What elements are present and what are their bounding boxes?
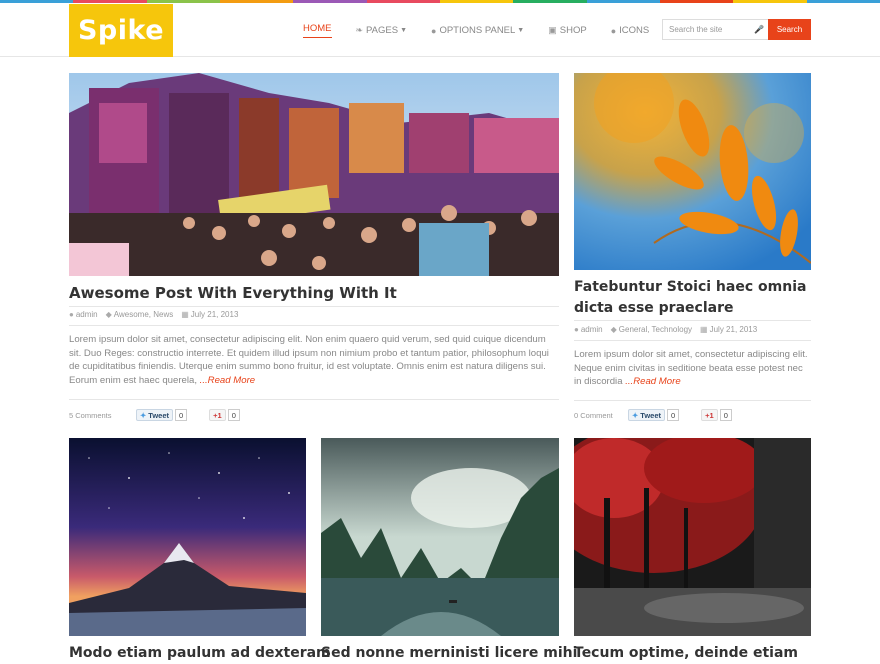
post-1-comments[interactable]: 5 Comments — [69, 411, 136, 420]
post-2-image[interactable] — [574, 73, 811, 270]
post-4-image[interactable] — [321, 438, 559, 636]
tweet-count: 0 — [667, 409, 680, 421]
post-5-image[interactable] — [574, 438, 811, 636]
post-2-title[interactable]: Fatebuntur Stoici haec omnia dicta esse … — [574, 277, 811, 319]
nav-pages-label: PAGES — [366, 25, 399, 36]
nav-home[interactable]: HOME — [303, 23, 332, 38]
tweet-button[interactable]: ✦ Tweet — [628, 409, 665, 421]
gplus-label: +1 — [213, 410, 222, 420]
tag-icon: ◆ — [105, 310, 112, 319]
site-logo[interactable]: Spike — [69, 4, 173, 57]
post-2-meta-divider — [574, 340, 811, 341]
post-2-title-divider — [574, 320, 811, 321]
google-plus-button[interactable]: +1 — [701, 409, 718, 421]
post-4-title[interactable]: Sed nonne merninisti licere mihi — [321, 643, 581, 664]
post-2-excerpt: Lorem ipsum dolor sit amet, consectetur … — [574, 348, 811, 389]
nav-pages[interactable]: ❧ PAGES ▼ — [356, 23, 408, 38]
user-icon: ● — [431, 25, 437, 36]
user-icon: ● — [69, 310, 74, 319]
post-3-title[interactable]: Modo etiam paulum ad dexteram — [69, 643, 331, 664]
google-plus-button[interactable]: +1 — [209, 409, 226, 421]
red-forest-image — [574, 438, 811, 636]
post-1-author[interactable]: admin — [76, 310, 98, 319]
nav-home-label: HOME — [303, 23, 332, 34]
twitter-icon: ✦ — [140, 410, 147, 420]
festival-crowd-image — [69, 73, 559, 276]
post-1-meta-divider — [69, 325, 559, 326]
main-nav: HOME ❧ PAGES ▼ ● OPTIONS PANEL ▼ ▣ SHOP … — [303, 23, 673, 38]
tweet-label: Tweet — [640, 410, 661, 420]
chevron-down-icon: ▼ — [400, 27, 408, 34]
gplus-label: +1 — [705, 410, 714, 420]
autumn-leaf-image — [574, 73, 811, 270]
site-header: Spike HOME ❧ PAGES ▼ ● OPTIONS PANEL ▼ ▣… — [0, 3, 880, 57]
tweet-label: Tweet — [148, 410, 169, 420]
plus-count: 0 — [719, 409, 732, 421]
post-5-title[interactable]: Tecum optime, deinde etiam — [574, 643, 834, 664]
post-1-title[interactable]: Awesome Post With Everything With It — [69, 283, 559, 304]
starry-mountain-image — [69, 438, 306, 636]
river-mountains-image — [321, 438, 559, 636]
post-2-share-divider — [574, 400, 811, 401]
post-2-meta: ● admin ◆ General, Technology ▦ July 21,… — [574, 325, 757, 334]
post-1-meta: ● admin ◆ Awesome, News ▦ July 21, 2013 — [69, 310, 238, 319]
post-2-author[interactable]: admin — [581, 325, 603, 334]
search-placeholder: Search the site — [669, 25, 723, 34]
post-2-comments[interactable]: 0 Comment — [574, 411, 628, 420]
tweet-count: 0 — [175, 409, 188, 421]
apple-icon: ● — [610, 25, 617, 36]
search-input[interactable]: Search the site 🎤 — [662, 19, 768, 40]
tweet-button[interactable]: ✦ Tweet — [136, 409, 173, 421]
nav-options-panel[interactable]: ● OPTIONS PANEL ▼ — [431, 23, 524, 38]
twitter-icon: ✦ — [632, 410, 639, 420]
post-2-excerpt-text: Lorem ipsum dolor sit amet, consectetur … — [574, 349, 808, 388]
post-1-date: July 21, 2013 — [190, 310, 239, 319]
post-1-excerpt-text: Lorem ipsum dolor sit amet, consectetur … — [69, 334, 549, 386]
cart-icon: ▣ — [548, 25, 557, 35]
search-button[interactable]: Search — [768, 19, 811, 40]
post-2-share-bar: 0 Comment ✦ Tweet 0 +1 0 — [574, 409, 732, 421]
post-1-image[interactable] — [69, 73, 559, 276]
nav-shop-label: SHOP — [559, 25, 587, 36]
search-form: Search the site 🎤 Search — [662, 19, 811, 40]
microphone-icon[interactable]: 🎤 — [754, 25, 764, 34]
nav-icons-label: ICONS — [619, 25, 650, 36]
tag-icon: ◆ — [610, 325, 617, 334]
post-1-share-bar: 5 Comments ✦ Tweet 0 +1 0 — [69, 409, 240, 421]
leaf-icon: ❧ — [355, 25, 364, 35]
nav-options-label: OPTIONS PANEL — [439, 25, 516, 36]
nav-icons[interactable]: ● ICONS — [611, 23, 650, 38]
post-3-image[interactable] — [69, 438, 306, 636]
plus-count: 0 — [227, 409, 240, 421]
post-2-read-more[interactable]: ...Read More — [625, 376, 680, 387]
post-1-title-divider — [69, 306, 559, 307]
post-1-share-divider — [69, 399, 559, 400]
post-1-tags[interactable]: Awesome, News — [114, 310, 173, 319]
calendar-icon: ▦ — [700, 325, 708, 334]
user-icon: ● — [574, 325, 579, 334]
chevron-down-icon: ▼ — [517, 27, 525, 34]
calendar-icon: ▦ — [181, 310, 189, 319]
post-2-date: July 21, 2013 — [709, 325, 758, 334]
post-1-read-more[interactable]: ...Read More — [200, 375, 255, 386]
nav-shop[interactable]: ▣ SHOP — [548, 23, 586, 38]
post-1-excerpt: Lorem ipsum dolor sit amet, consectetur … — [69, 333, 559, 387]
post-2-tags[interactable]: General, Technology — [619, 325, 692, 334]
